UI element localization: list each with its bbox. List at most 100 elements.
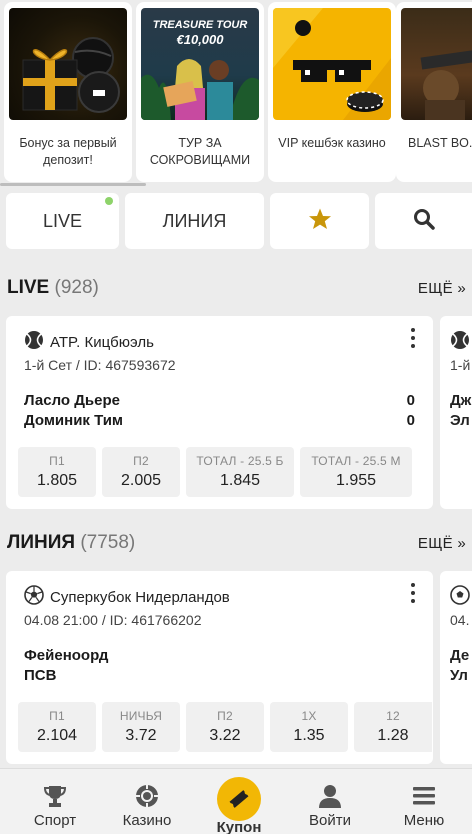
line-filter-label: ЛИНИЯ <box>162 210 227 231</box>
odd-label: ТОТАЛ - 25.5 Б <box>196 454 284 468</box>
live-event-card-peek[interactable]: 1-й Дж Эл <box>440 316 472 509</box>
event-league-name: Суперкубок Нидерландов <box>50 588 230 606</box>
odd-value: 3.22 <box>209 727 241 744</box>
search-button[interactable] <box>375 193 472 249</box>
live-section-title: LIVE (928) <box>7 277 99 299</box>
odd-button-1x[interactable]: 1X 1.35 <box>270 702 348 752</box>
more-options-icon[interactable] <box>411 583 415 607</box>
event-meta: 04.08 21:00 / ID: 461766202 <box>24 612 202 628</box>
event-league: Суперкубок Нидерландов <box>24 585 230 609</box>
odd-button-p1[interactable]: П1 2.104 <box>18 702 96 752</box>
svg-text:TREASURE TOUR: TREASURE TOUR <box>153 19 248 31</box>
coupon-ticket-icon <box>217 777 261 821</box>
soccer-ball-icon <box>450 585 470 610</box>
odd-label: П2 <box>217 709 233 723</box>
live-section-count: (928) <box>54 277 99 298</box>
promo-carousel[interactable]: Бонус за первый депозит! TREASURE TOUR €… <box>0 0 472 186</box>
soccer-ball-icon <box>24 585 44 609</box>
odd-button-p2[interactable]: П2 2.005 <box>102 447 180 497</box>
tennis-ball-icon <box>450 330 470 355</box>
promo-caption: Бонус за первый депозит! <box>19 136 117 167</box>
event-meta: 1-й <box>450 357 471 373</box>
star-icon <box>308 207 332 236</box>
line-event-card-peek[interactable]: 04. Де Ул <box>440 571 472 764</box>
tab-label: Войти <box>309 812 351 829</box>
odd-value: 1.845 <box>219 472 261 489</box>
team-away: Ул <box>450 667 468 684</box>
tab-label: Казино <box>122 812 172 829</box>
tennis-ball-icon <box>24 330 44 354</box>
casino-chip-icon <box>134 783 160 814</box>
event-league: ATP. Кицбюэль <box>24 330 154 354</box>
promo-card-blast-boost[interactable]: BLAST BO... BOOST <box>396 2 472 182</box>
team-away: Доминик Тим <box>24 412 124 429</box>
tab-casino[interactable]: Казино <box>96 769 198 834</box>
line-section-heading: ЛИНИЯ <box>7 532 76 553</box>
odd-value: 2.005 <box>120 472 162 489</box>
tab-login[interactable]: Войти <box>282 769 378 834</box>
tab-sport[interactable]: Спорт <box>0 769 110 834</box>
promo-caption: VIP кешбэк казино <box>278 136 386 150</box>
odd-value: 2.104 <box>36 727 78 744</box>
odd-button-p2[interactable]: П2 3.22 <box>186 702 264 752</box>
bottom-navigation: Спорт Казино Купон Войти Меню <box>0 768 472 834</box>
team-home: Дж <box>450 392 472 409</box>
team-away: ПСВ <box>24 667 57 684</box>
sport-filter-bar: LIVE ЛИНИЯ <box>0 193 472 249</box>
team-home: Де <box>450 647 470 664</box>
favorites-button[interactable] <box>270 193 369 249</box>
promo-image-vip-cashback <box>273 8 391 120</box>
tab-coupon[interactable]: Купон <box>190 769 288 834</box>
odd-value: 1.28 <box>377 727 409 744</box>
promo-scroll-indicator <box>0 183 146 186</box>
line-more-link[interactable]: ЕЩЁ » <box>418 535 466 552</box>
odd-button-total-under[interactable]: ТОТАЛ - 25.5 М 1.955 <box>300 447 412 497</box>
menu-icon <box>411 783 437 814</box>
odd-label: 1X <box>301 709 317 723</box>
live-filter-button[interactable]: LIVE <box>6 193 119 249</box>
line-event-card[interactable]: Суперкубок Нидерландов 04.08 21:00 / ID:… <box>6 571 433 764</box>
score-home: 0 <box>406 392 415 409</box>
promo-card-treasure-tour[interactable]: TREASURE TOUR €10,000 ТУР ЗА СОКРОВИЩАМИ <box>136 2 264 182</box>
promo-card-deposit-bonus[interactable]: Бонус за первый депозит! <box>4 2 132 182</box>
line-section-count: (7758) <box>80 532 136 553</box>
odd-label: 12 <box>386 709 400 723</box>
tab-menu[interactable]: Меню <box>376 769 472 834</box>
odd-button-p1[interactable]: П1 1.805 <box>18 447 96 497</box>
live-more-link[interactable]: ЕЩЁ » <box>418 280 466 297</box>
score-away: 0 <box>406 412 415 429</box>
odd-label: П2 <box>133 454 149 468</box>
trophy-icon <box>42 783 68 814</box>
promo-card-vip-cashback[interactable]: VIP кешбэк казино <box>268 2 396 182</box>
odd-label: ТОТАЛ - 25.5 М <box>311 454 401 468</box>
user-icon <box>317 783 343 814</box>
odd-value: 3.72 <box>125 727 157 744</box>
event-meta: 1-й Сет / ID: 467593672 <box>24 357 176 373</box>
live-section-heading: LIVE <box>7 277 50 298</box>
live-event-card[interactable]: ATP. Кицбюэль 1-й Сет / ID: 467593672 Ла… <box>6 316 433 509</box>
search-icon <box>412 207 436 236</box>
odd-value: 1.35 <box>293 727 325 744</box>
app-root: Бонус за первый депозит! TREASURE TOUR €… <box>0 0 472 834</box>
tab-label: Спорт <box>33 812 77 829</box>
line-section-title: ЛИНИЯ (7758) <box>7 532 135 554</box>
team-home: Ласло Дьере <box>24 392 120 409</box>
line-filter-button[interactable]: ЛИНИЯ <box>125 193 264 249</box>
odd-button-total-over[interactable]: ТОТАЛ - 25.5 Б 1.845 <box>186 447 294 497</box>
promo-image-gift <box>9 8 127 120</box>
odd-label: П1 <box>49 454 65 468</box>
tab-label: Купон <box>216 819 262 834</box>
tab-label: Меню <box>403 812 445 829</box>
odd-label: П1 <box>49 709 65 723</box>
promo-caption: BLAST BO... BOOST <box>408 136 472 150</box>
more-options-icon[interactable] <box>411 328 415 352</box>
odd-value: 1.805 <box>36 472 78 489</box>
promo-caption: ТУР ЗА СОКРОВИЩАМИ <box>149 136 251 167</box>
odd-button-draw[interactable]: НИЧЬЯ 3.72 <box>102 702 180 752</box>
odd-value: 1.955 <box>335 472 377 489</box>
odd-label: НИЧЬЯ <box>119 709 163 723</box>
odd-button-12[interactable]: 12 1.28 <box>354 702 432 752</box>
promo-image-blast <box>401 8 472 120</box>
event-league-name: ATP. Кицбюэль <box>50 333 154 351</box>
promo-image-treasure-tour: TREASURE TOUR €10,000 <box>141 8 259 120</box>
